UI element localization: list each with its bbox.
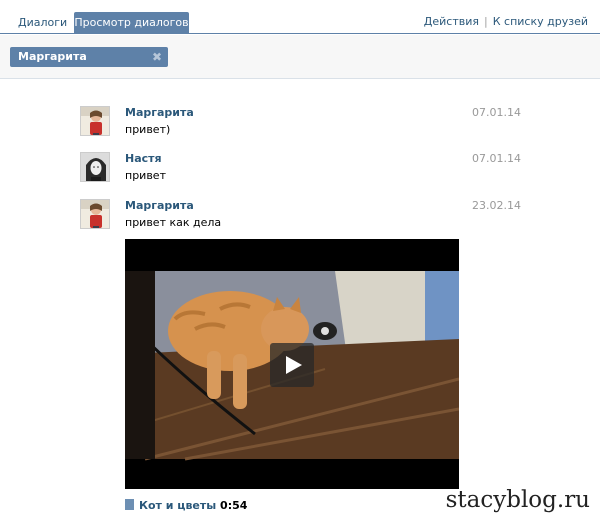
- video-player[interactable]: [125, 239, 459, 489]
- message-author[interactable]: Маргарита: [125, 106, 194, 119]
- message-text: привет: [125, 169, 166, 182]
- tab-dialogs[interactable]: Диалоги: [8, 12, 77, 34]
- video-duration: 0:54: [220, 499, 248, 512]
- friends-list-link[interactable]: К списку друзей: [493, 15, 588, 28]
- header-actions: Действия | К списку друзей: [424, 15, 588, 28]
- tab-view-dialogs[interactable]: Просмотр диалогов: [74, 12, 189, 34]
- recipient-chip-label: Маргарита: [18, 50, 87, 63]
- tab-bar: Диалоги Просмотр диалогов Действия | К спи…: [0, 0, 600, 34]
- message-author[interactable]: Маргарита: [125, 199, 194, 212]
- message-date: 23.02.14: [472, 199, 521, 212]
- avatar[interactable]: [80, 152, 110, 182]
- watermark: stacyblog.ru: [445, 487, 590, 513]
- video-caption[interactable]: Кот и цветы 0:54: [125, 499, 247, 512]
- play-icon[interactable]: [270, 343, 314, 387]
- film-icon: [125, 499, 134, 510]
- message-text: привет как дела: [125, 216, 222, 229]
- message-text: привет): [125, 123, 171, 136]
- actions-separator: |: [484, 15, 488, 28]
- close-icon[interactable]: ✖: [152, 47, 162, 67]
- avatar[interactable]: [80, 199, 110, 229]
- recipient-chip[interactable]: Маргарита ✖: [10, 47, 168, 67]
- actions-link[interactable]: Действия: [424, 15, 479, 28]
- avatar[interactable]: [80, 106, 110, 136]
- filter-bar: Маргарита ✖: [0, 35, 600, 79]
- video-title[interactable]: Кот и цветы: [139, 499, 216, 512]
- message-author[interactable]: Настя: [125, 152, 162, 165]
- message-date: 07.01.14: [472, 152, 521, 165]
- message-date: 07.01.14: [472, 106, 521, 119]
